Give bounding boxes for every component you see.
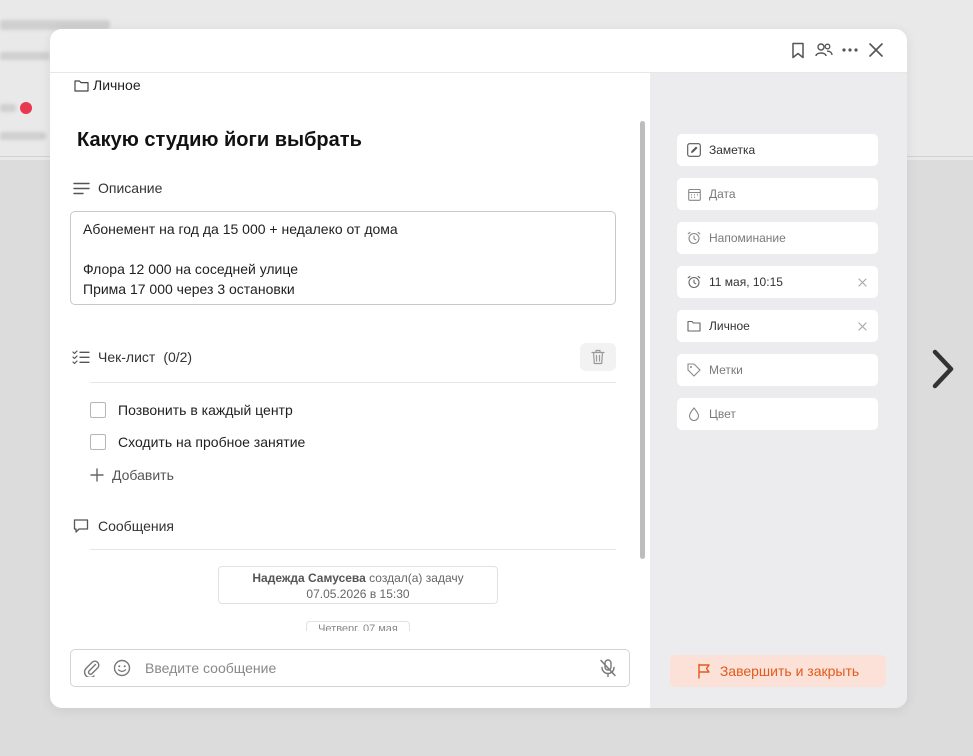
checklist-item-label[interactable]: Позвонить в каждый центр xyxy=(118,402,293,418)
checklist-item-checkbox[interactable] xyxy=(90,402,106,418)
microphone-off-icon xyxy=(600,659,616,678)
text-lines-icon xyxy=(72,179,90,197)
clear-reminder-button[interactable] xyxy=(856,276,868,288)
participants-button[interactable] xyxy=(815,41,833,59)
reminder-value-property[interactable]: 11 мая, 10:15 xyxy=(677,266,878,298)
alarm-clock-icon xyxy=(687,231,701,245)
delete-checklist-button[interactable] xyxy=(580,343,616,371)
background-text-blur xyxy=(0,132,46,140)
plus-icon xyxy=(90,468,104,482)
bookmark-button[interactable] xyxy=(789,41,807,59)
description-line: Абонемент на год да 15 000 + недалеко от… xyxy=(83,221,398,237)
task-title[interactable]: Какую студию йоги выбрать xyxy=(77,129,362,152)
paperclip-icon xyxy=(83,660,100,677)
trash-icon xyxy=(591,349,605,365)
checklist-item[interactable]: Сходить на пробное занятие xyxy=(90,434,305,450)
checklist-header: Чек-лист (0/2) xyxy=(72,348,192,366)
reminder-property[interactable]: Напоминание xyxy=(677,222,878,254)
task-modal: Личное Какую студию йоги выбрать Описани… xyxy=(50,29,907,708)
event-datetime: 07.05.2026 в 15:30 xyxy=(306,587,410,601)
flag-icon xyxy=(698,663,710,679)
message-input[interactable] xyxy=(145,660,589,676)
task-properties-panel: Заметка Дата Напоминание 11 мая, 10:15 Л… xyxy=(650,73,907,708)
event-action: создал(а) задачу xyxy=(369,571,464,585)
finish-and-close-button[interactable]: Завершить и закрыть xyxy=(670,655,886,687)
checklist-divider xyxy=(90,382,616,383)
finish-and-close-label: Завершить и закрыть xyxy=(719,663,860,679)
clear-folder-button[interactable] xyxy=(856,320,868,332)
scrollbar[interactable] xyxy=(640,121,645,559)
description-line xyxy=(83,239,603,259)
attach-button[interactable] xyxy=(81,657,103,679)
chevron-right-icon xyxy=(932,349,954,389)
message-composer xyxy=(70,649,630,687)
checklist-count: (0/2) xyxy=(163,349,193,365)
reminder-property-label: Напоминание xyxy=(709,231,786,245)
event-author[interactable]: Надежда Самусева xyxy=(252,571,365,585)
color-property[interactable]: Цвет xyxy=(677,398,878,430)
add-checklist-item-label: Добавить xyxy=(112,467,174,483)
note-property[interactable]: Заметка xyxy=(677,134,878,166)
task-main-panel: Личное Какую студию йоги выбрать Описани… xyxy=(50,73,650,708)
messages-header-label: Сообщения xyxy=(98,518,174,534)
more-options-button[interactable] xyxy=(841,41,859,59)
tags-property[interactable]: Метки xyxy=(677,354,878,386)
drop-icon xyxy=(687,407,701,421)
background-status-dot xyxy=(20,102,32,114)
tags-property-label: Метки xyxy=(709,363,743,377)
task-created-event: Надежда Самусева создал(а) задачу 07.05.… xyxy=(218,566,498,604)
color-property-label: Цвет xyxy=(709,407,736,421)
checklist-item-label[interactable]: Сходить на пробное занятие xyxy=(118,434,305,450)
users-icon xyxy=(815,43,833,57)
add-checklist-item-button[interactable]: Добавить xyxy=(90,467,174,483)
description-line: Флора 12 000 на соседней улице xyxy=(83,261,299,277)
day-separator-chip: Четверг, 07 мая xyxy=(306,621,410,631)
close-button[interactable] xyxy=(867,41,885,59)
folder-breadcrumb[interactable]: Личное xyxy=(74,77,141,93)
note-property-label: Заметка xyxy=(709,143,756,157)
folder-breadcrumb-label: Личное xyxy=(93,77,141,93)
tag-icon xyxy=(687,363,701,377)
close-icon xyxy=(857,321,867,331)
modal-header xyxy=(50,29,907,73)
messages-header: Сообщения xyxy=(72,517,174,535)
reminder-value-label: 11 мая, 10:15 xyxy=(709,275,783,289)
date-property-label: Дата xyxy=(709,187,736,201)
calendar-icon xyxy=(687,187,701,201)
next-task-button[interactable] xyxy=(926,346,960,392)
background-text-blur xyxy=(0,52,50,60)
checklist-header-label: Чек-лист xyxy=(98,349,156,365)
emoji-button[interactable] xyxy=(111,657,133,679)
smile-icon xyxy=(113,659,131,677)
checklist-item[interactable]: Позвонить в каждый центр xyxy=(90,402,293,418)
date-property[interactable]: Дата xyxy=(677,178,878,210)
checklist-icon xyxy=(72,348,90,366)
close-icon xyxy=(869,43,883,57)
description-header-label: Описание xyxy=(98,180,163,196)
close-icon xyxy=(857,277,867,287)
chat-bubble-icon xyxy=(72,517,90,535)
background-text-blur xyxy=(0,104,16,112)
description-header: Описание xyxy=(72,179,162,197)
folder-property[interactable]: Личное xyxy=(677,310,878,342)
folder-icon xyxy=(687,319,701,333)
voice-message-button[interactable] xyxy=(597,657,619,679)
checklist-item-checkbox[interactable] xyxy=(90,434,106,450)
description-line: Прима 17 000 через 3 остановки xyxy=(83,281,295,297)
folder-property-label: Личное xyxy=(709,319,750,333)
bookmark-icon xyxy=(792,42,804,58)
alarm-clock-icon xyxy=(687,275,701,289)
pencil-icon xyxy=(687,143,701,157)
description-field[interactable]: Абонемент на год да 15 000 + недалеко от… xyxy=(70,211,616,305)
folder-icon xyxy=(74,79,89,92)
messages-divider xyxy=(90,549,616,550)
more-horizontal-icon xyxy=(842,48,858,52)
